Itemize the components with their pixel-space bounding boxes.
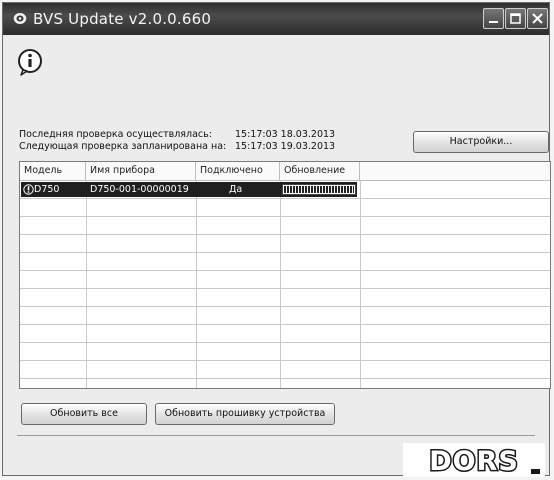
warning-icon (23, 184, 34, 195)
grid-column-line (196, 180, 197, 388)
column-header-connected[interactable]: Подключено (196, 162, 280, 180)
update-progress-fill (284, 186, 354, 193)
grid-row-line (20, 378, 550, 379)
grid-row-line (20, 360, 550, 361)
cell-model: D750 (34, 184, 60, 195)
app-icon (13, 13, 27, 24)
update-progress-bar (282, 184, 356, 195)
close-icon (532, 13, 543, 24)
column-header-update[interactable]: Обновление (280, 162, 360, 180)
refresh-all-button[interactable]: Обновить все (21, 403, 147, 425)
grid-column-line (86, 180, 87, 388)
column-header-model[interactable]: Модель (20, 162, 86, 180)
title-bar[interactable]: BVS Update v2.0.0.660 (3, 3, 549, 35)
table-header: Модель Имя прибора Подключено Обновление (20, 162, 550, 181)
cell-device-name: D750-001-00000019 (90, 184, 189, 195)
window-title: BVS Update v2.0.0.660 (33, 10, 212, 28)
grid-row-line (20, 270, 550, 271)
info-icon (18, 49, 42, 76)
update-firmware-button[interactable]: Обновить прошивку устройства (155, 403, 335, 425)
grid-column-line (360, 180, 361, 388)
maximize-button[interactable] (505, 8, 526, 29)
grid-row-line (20, 216, 550, 217)
device-table[interactable]: Модель Имя прибора Подключено Обновление… (19, 161, 551, 389)
svg-text:DORS: DORS (429, 446, 519, 477)
cell-connected: Да (229, 184, 243, 195)
grid-row-line (20, 342, 550, 343)
last-check-label: Последняя проверка осуществлялась: (19, 129, 212, 140)
next-check-label: Следующая проверка запланирована на: (19, 141, 227, 152)
next-check-value: 15:17:03 19.03.2013 (235, 141, 336, 152)
app-window: BVS Update v2.0.0.660 Последняя проверка… (2, 2, 551, 477)
settings-button[interactable]: Настройки... (413, 131, 549, 153)
minimize-button[interactable] (483, 8, 504, 29)
grid-row-line (20, 324, 550, 325)
grid-row-line (20, 252, 550, 253)
minimize-icon (489, 21, 498, 23)
maximize-icon (510, 13, 521, 24)
grid-row-line (20, 198, 550, 199)
grid-row-line (20, 306, 550, 307)
last-check-value: 15:17:03 18.03.2013 (235, 129, 336, 140)
dors-logo: DORS (403, 443, 545, 477)
column-header-device-name[interactable]: Имя прибора (86, 162, 196, 180)
grid-column-line (280, 180, 281, 388)
close-button[interactable] (527, 8, 548, 29)
divider (17, 435, 535, 436)
grid-row-line (20, 234, 550, 235)
grid-row-line (20, 288, 550, 289)
